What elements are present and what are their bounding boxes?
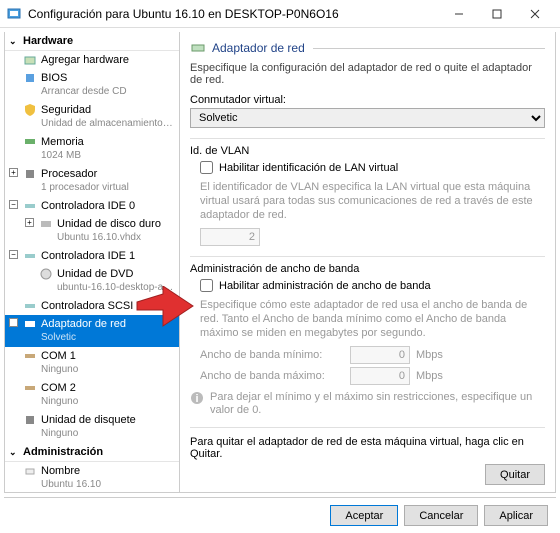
titlebar: Configuración para Ubuntu 16.10 en DESKT… xyxy=(0,0,560,28)
bandwidth-help-text: Especifique cómo este adaptador de red u… xyxy=(200,298,545,340)
bandwidth-group-title: Administración de ancho de banda xyxy=(190,263,545,275)
memory-icon xyxy=(23,135,37,149)
vlan-id-input xyxy=(200,228,260,246)
collapse-icon[interactable]: − xyxy=(9,200,18,209)
chip-icon xyxy=(23,71,37,85)
vlan-help-text: El identificador de VLAN especifica la L… xyxy=(200,180,545,222)
tree-name[interactable]: Nombre Ubuntu 16.10 xyxy=(5,462,179,492)
remove-button[interactable]: Quitar xyxy=(485,464,545,485)
floppy-icon xyxy=(23,413,37,427)
tree-security[interactable]: Seguridad Unidad de almacenamiento d... xyxy=(5,101,179,133)
cpu-icon xyxy=(23,167,37,181)
tree-ide0[interactable]: − Controladora IDE 0 xyxy=(5,197,179,215)
controller-icon xyxy=(23,299,37,313)
vlan-checkbox-input[interactable] xyxy=(200,161,213,174)
apply-button[interactable]: Aplicar xyxy=(484,505,548,526)
dvd-icon xyxy=(39,267,53,281)
add-hardware-icon xyxy=(23,53,37,67)
port-icon xyxy=(23,381,37,395)
divider xyxy=(313,48,545,49)
bw-min-input xyxy=(350,346,410,364)
expand-icon[interactable]: + xyxy=(9,318,18,327)
tree-ide1[interactable]: − Controladora IDE 1 xyxy=(5,247,179,265)
port-icon xyxy=(23,349,37,363)
hdd-icon xyxy=(39,217,53,231)
panel-description: Especifique la configuración del adaptad… xyxy=(190,62,545,86)
minimize-button[interactable] xyxy=(440,2,478,26)
svg-text:i: i xyxy=(195,393,198,405)
tree-network-adapter[interactable]: + Adaptador de red Solvetic xyxy=(5,315,179,347)
controller-icon xyxy=(23,199,37,213)
tree-floppy[interactable]: Unidad de disquete Ninguno xyxy=(5,411,179,443)
chevron-down-icon: ⌄ xyxy=(9,447,17,458)
cancel-button[interactable]: Cancelar xyxy=(404,505,478,526)
tree-add-hardware[interactable]: Agregar hardware xyxy=(5,51,179,69)
expand-icon[interactable]: + xyxy=(9,168,18,177)
section-admin[interactable]: ⌄ Administración xyxy=(5,443,179,462)
bw-unit: Mbps xyxy=(416,370,443,382)
window-title: Configuración para Ubuntu 16.10 en DESKT… xyxy=(28,7,440,21)
network-adapter-icon xyxy=(190,40,206,56)
virtual-switch-select[interactable]: Solvetic xyxy=(190,108,545,128)
panel-title: Adaptador de red xyxy=(212,41,305,55)
vlan-enable-checkbox[interactable]: Habilitar identificación de LAN virtual xyxy=(200,161,545,174)
bandwidth-checkbox-input[interactable] xyxy=(200,279,213,292)
ok-button[interactable]: Aceptar xyxy=(330,505,398,526)
virtual-switch-label: Conmutador virtual: xyxy=(190,94,545,106)
dialog-button-row: Aceptar Cancelar Aplicar xyxy=(4,497,556,533)
bandwidth-enable-checkbox[interactable]: Habilitar administración de ancho de ban… xyxy=(200,279,545,292)
collapse-icon[interactable]: − xyxy=(9,250,18,259)
tree-hdd[interactable]: + Unidad de disco duro Ubuntu 16.10.vhdx xyxy=(5,215,179,247)
tree-dvd[interactable]: Unidad de DVD ubuntu-16.10-desktop-am... xyxy=(5,265,179,297)
app-icon xyxy=(6,6,22,22)
bw-min-label: Ancho de banda mínimo: xyxy=(200,349,350,361)
network-icon xyxy=(23,317,37,331)
settings-panel: Adaptador de red Especifique la configur… xyxy=(180,32,555,492)
section-hardware[interactable]: ⌄ Hardware xyxy=(5,32,179,51)
maximize-button[interactable] xyxy=(478,2,516,26)
controller-icon xyxy=(23,249,37,263)
close-button[interactable] xyxy=(516,2,554,26)
settings-tree[interactable]: ⌄ Hardware Agregar hardware BIOS Arranca… xyxy=(5,32,180,492)
tree-processor[interactable]: + Procesador 1 procesador virtual xyxy=(5,165,179,197)
tag-icon xyxy=(23,464,37,478)
bw-max-input xyxy=(350,367,410,385)
tree-com2[interactable]: COM 2 Ninguno xyxy=(5,379,179,411)
bw-tip-text: Para dejar el mínimo y el máximo sin res… xyxy=(210,391,545,417)
vlan-group-title: Id. de VLAN xyxy=(190,145,545,157)
info-icon: i xyxy=(190,391,204,405)
chevron-down-icon: ⌄ xyxy=(9,36,17,47)
expand-icon[interactable]: + xyxy=(25,218,34,227)
tree-com1[interactable]: COM 1 Ninguno xyxy=(5,347,179,379)
bw-unit: Mbps xyxy=(416,349,443,361)
shield-icon xyxy=(23,103,37,117)
remove-text: Para quitar el adaptador de red de esta … xyxy=(190,436,545,460)
bw-max-label: Ancho de banda máximo: xyxy=(200,370,350,382)
tree-bios[interactable]: BIOS Arrancar desde CD xyxy=(5,69,179,101)
tree-scsi[interactable]: Controladora SCSI xyxy=(5,297,179,315)
tree-memory[interactable]: Memoria 1024 MB xyxy=(5,133,179,165)
